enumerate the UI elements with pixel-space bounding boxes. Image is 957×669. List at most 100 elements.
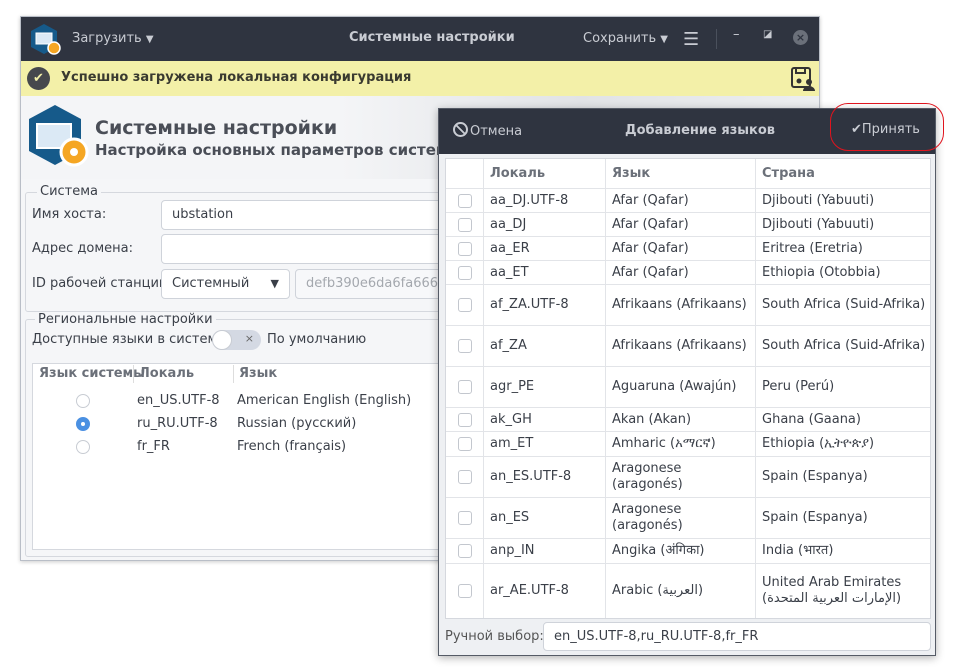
language-cell: Afar (Qafar): [606, 189, 756, 212]
maximize-icon[interactable]: ◪: [763, 29, 772, 40]
language-cell: Aguaruna (Awajún): [606, 367, 756, 407]
cancel-button[interactable]: Отмена: [453, 122, 522, 139]
col-header-language: Язык: [606, 159, 756, 188]
country-cell: Spain (Espanya): [762, 510, 868, 525]
locale-cell: an_ES: [484, 498, 606, 538]
row-checkbox[interactable]: [457, 380, 472, 394]
save-menu-button[interactable]: Сохранить ▼: [583, 31, 668, 46]
window-title: Системные настройки: [349, 30, 515, 45]
language-cell: Aragonese (aragonés): [606, 457, 756, 497]
checkbox-column-header: [446, 159, 484, 188]
load-menu-button[interactable]: Загрузить ▼: [72, 31, 154, 46]
locale-cell: fr_FR: [137, 439, 170, 454]
table-row[interactable]: ak_GH Akan (Akan) Ghana (Gaana): [446, 408, 930, 432]
system-language-radio[interactable]: [76, 394, 90, 408]
checkbox-cell: [446, 432, 484, 456]
language-cell: Afar (Qafar): [606, 261, 756, 284]
hostname-input[interactable]: ubstation: [161, 200, 451, 230]
locale-cell: aa_ET: [484, 261, 606, 284]
language-cell: Amharic (አማርኛ): [606, 432, 756, 456]
checkbox-cell: [446, 237, 484, 260]
domain-input[interactable]: [161, 234, 451, 264]
row-checkbox[interactable]: [457, 470, 472, 484]
table-row[interactable]: fr_FR French (français): [33, 439, 441, 457]
row-checkbox[interactable]: [457, 544, 472, 558]
manual-selection-input[interactable]: en_US.UTF-8,ru_RU.UTF-8,fr_FR: [543, 622, 931, 651]
caret-down-icon: ▼: [145, 34, 154, 45]
row-checkbox[interactable]: [457, 217, 472, 232]
row-checkbox[interactable]: [457, 298, 472, 312]
regional-legend: Региональные настройки: [35, 312, 216, 327]
table-row[interactable]: aa_DJ Afar (Qafar) Djibouti (Yabuuti): [446, 213, 930, 237]
locale-cell: ak_GH: [484, 408, 606, 431]
load-label: Загрузить: [72, 31, 142, 46]
table-row[interactable]: aa_DJ.UTF-8 Afar (Qafar) Djibouti (Yabuu…: [446, 189, 930, 213]
language-cell: French (français): [237, 439, 347, 454]
row-checkbox[interactable]: [457, 584, 472, 598]
row-checkbox[interactable]: [457, 437, 472, 451]
row-checkbox[interactable]: [457, 193, 472, 208]
titlebar: Загрузить ▼ Системные настройки Сохранит…: [21, 17, 819, 61]
column-divider: [133, 365, 134, 383]
locale-cell: af_ZA: [484, 326, 606, 366]
system-language-radio[interactable]: [76, 417, 90, 431]
close-icon[interactable]: ×: [793, 30, 808, 45]
system-languages-table: Язык системы Локаль Язык en_US.UTF-8 Amer…: [32, 363, 442, 550]
caret-down-icon: ▼: [660, 34, 668, 45]
row-checkbox[interactable]: [457, 241, 472, 256]
table-row[interactable]: af_ZA Afrikaans (Afrikaans) South Africa…: [446, 326, 930, 367]
col-header-locale: Локаль: [484, 159, 606, 188]
table-row[interactable]: ru_RU.UTF-8 Russian (русский): [33, 416, 441, 434]
table-row[interactable]: agr_PE Aguaruna (Awajún) Peru (Perú): [446, 367, 930, 408]
checkbox-cell: [446, 367, 484, 407]
table-row[interactable]: en_US.UTF-8 American English (English): [33, 393, 441, 411]
language-cell: Aragonese (aragonés): [606, 498, 756, 538]
locale-cell: agr_PE: [484, 367, 606, 407]
workstation-id-mode-select[interactable]: Системный ▼: [161, 269, 290, 299]
row-checkbox[interactable]: [457, 265, 472, 280]
hamburger-menu-icon[interactable]: ☰: [683, 29, 699, 50]
checkbox-cell: [446, 457, 484, 497]
locale-cell: af_ZA.UTF-8: [484, 285, 606, 325]
chevron-down-icon: ▼: [270, 277, 279, 290]
locale-cell: am_ET: [484, 432, 606, 456]
available-languages-label: Доступные языки в системе:: [32, 332, 230, 347]
locale-cell: aa_DJ.UTF-8: [484, 189, 606, 212]
locale-cell: anp_IN: [484, 539, 606, 563]
row-checkbox[interactable]: [457, 511, 472, 525]
add-languages-dialog: Отмена Добавление языков ✔Принять Локаль…: [438, 108, 936, 656]
table-row[interactable]: anp_IN Angika (अंगिका) India (भारत): [446, 539, 930, 564]
system-legend: Система: [37, 184, 102, 199]
default-toggle[interactable]: ×: [212, 330, 261, 350]
row-checkbox[interactable]: [457, 339, 472, 353]
checkbox-cell: [446, 213, 484, 236]
check-icon: ✔: [27, 67, 50, 90]
col-header-country: Страна: [762, 165, 815, 181]
save-profile-icon[interactable]: [790, 66, 816, 92]
notification-text: Успешно загружена локальная конфигурация: [61, 70, 412, 85]
minimize-icon[interactable]: –: [733, 27, 740, 42]
checkbox-cell: [446, 498, 484, 538]
table-row[interactable]: aa_ER Afar (Qafar) Eritrea (Eretria): [446, 237, 930, 261]
checkbox-cell: [446, 326, 484, 366]
table-row[interactable]: ar_AE.UTF-8 Arabic (العربية) United Arab…: [446, 564, 930, 618]
domain-label: Адрес домена:: [32, 241, 134, 256]
locale-cell: ar_AE.UTF-8: [484, 564, 606, 618]
table-row[interactable]: am_ET Amharic (አማርኛ) Ethiopia (ኢትዮጵያ): [446, 432, 930, 457]
system-language-radio[interactable]: [76, 440, 90, 454]
checkbox-cell: [446, 408, 484, 431]
workstation-id-input[interactable]: defb390e6da6fa6669: [295, 269, 455, 299]
table-row[interactable]: aa_ET Afar (Qafar) Ethiopia (Otobbia): [446, 261, 930, 285]
country-cell: Peru (Perú): [762, 379, 835, 394]
cancel-icon: [453, 122, 468, 137]
language-cell: Angika (अंगिका): [606, 539, 756, 563]
table-row[interactable]: af_ZA.UTF-8 Afrikaans (Afrikaans) South …: [446, 285, 930, 326]
table-row[interactable]: an_ES Aragonese (aragonés) Spain (Espany…: [446, 498, 930, 539]
row-checkbox[interactable]: [457, 412, 472, 427]
table-row[interactable]: an_ES.UTF-8 Aragonese (aragonés) Spain (…: [446, 457, 930, 498]
notification-bar: ✔ Успешно загружена локальная конфигурац…: [21, 61, 819, 96]
cancel-label: Отмена: [470, 124, 523, 139]
column-divider: [233, 365, 234, 383]
locale-cell: en_US.UTF-8: [137, 393, 220, 408]
highlight-ellipse: [830, 103, 944, 151]
